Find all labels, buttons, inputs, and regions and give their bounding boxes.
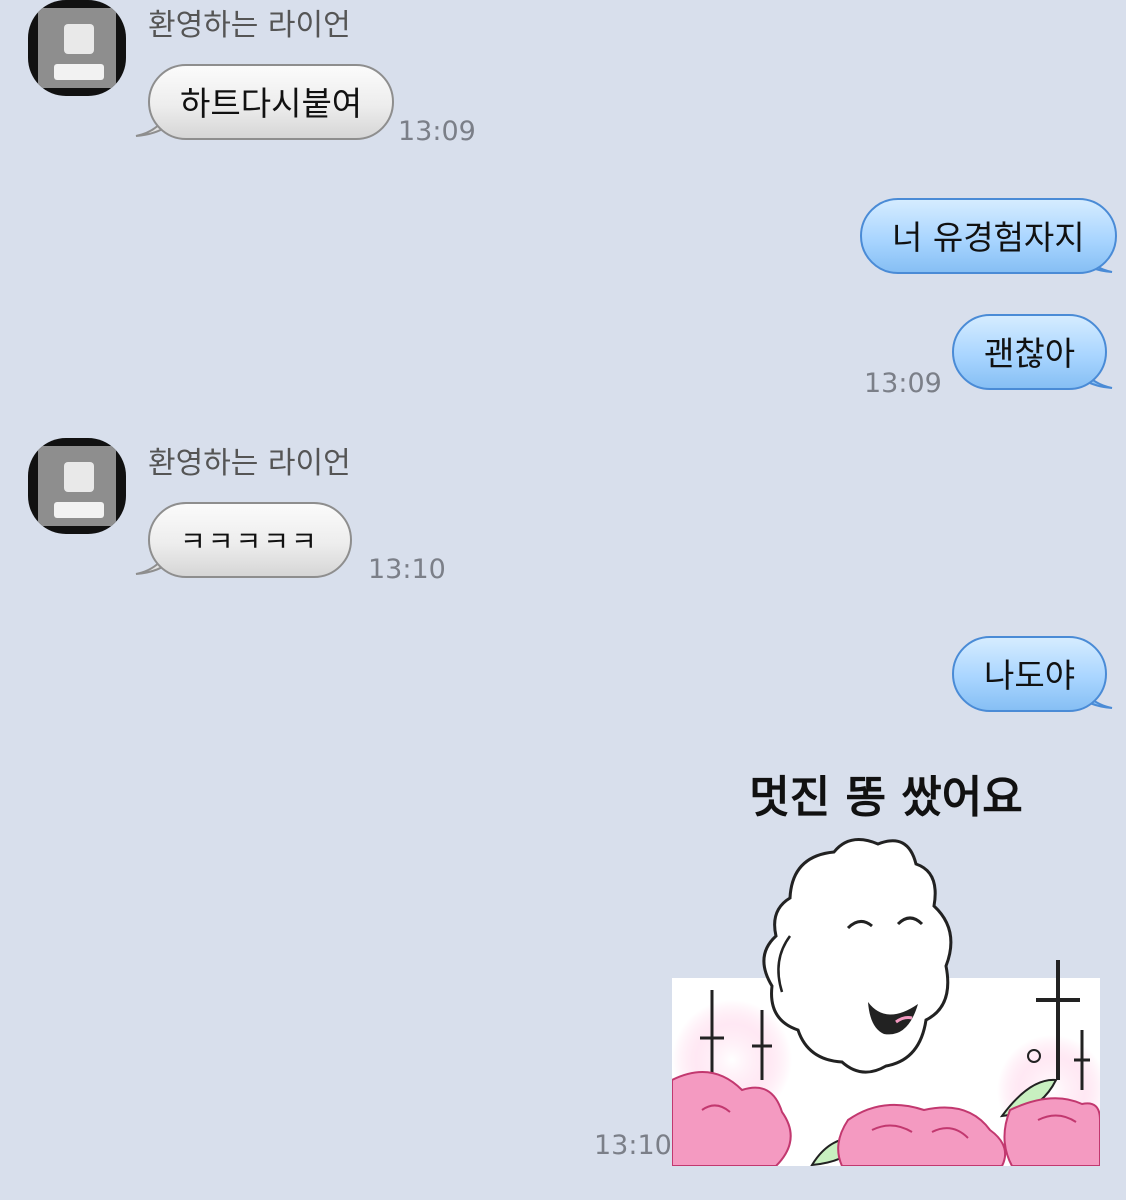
- message-bubble-outgoing[interactable]: 너 유경험자지: [860, 198, 1117, 274]
- sender-name: 환영하는 라이언: [148, 8, 351, 43]
- message-timestamp: 13:09: [864, 368, 942, 399]
- avatar-body-shape: [54, 502, 104, 518]
- message-timestamp: 13:09: [398, 116, 476, 147]
- message-bubble-outgoing[interactable]: 괜찮아: [952, 314, 1108, 390]
- message-bubble-incoming[interactable]: 하트다시붙여: [148, 64, 395, 140]
- avatar[interactable]: [28, 438, 126, 534]
- avatar-placeholder: [38, 446, 116, 526]
- sticker-timestamp: 13:10: [594, 1130, 672, 1161]
- sticker-image[interactable]: 멋진 똥 쌌어요: [672, 760, 1100, 1166]
- avatar-placeholder: [38, 8, 116, 88]
- message-bubble-outgoing[interactable]: 나도야: [952, 636, 1108, 712]
- message-timestamp: 13:10: [368, 554, 446, 585]
- avatar-body-shape: [54, 64, 104, 80]
- sender-name: 환영하는 라이언: [148, 446, 351, 481]
- message-bubble-incoming[interactable]: ㅋㅋㅋㅋㅋ: [148, 502, 352, 578]
- avatar-head-shape: [64, 462, 94, 492]
- sticker-caption: 멋진 똥 쌌어요: [749, 772, 1023, 823]
- avatar[interactable]: [28, 0, 126, 96]
- avatar-head-shape: [64, 24, 94, 54]
- flower-decoration: [1003, 1097, 1100, 1166]
- chat-area[interactable]: 환영하는 라이언 하트다시붙여 13:09 너 유경험자지 괜찮아 13:09 …: [0, 0, 1126, 1200]
